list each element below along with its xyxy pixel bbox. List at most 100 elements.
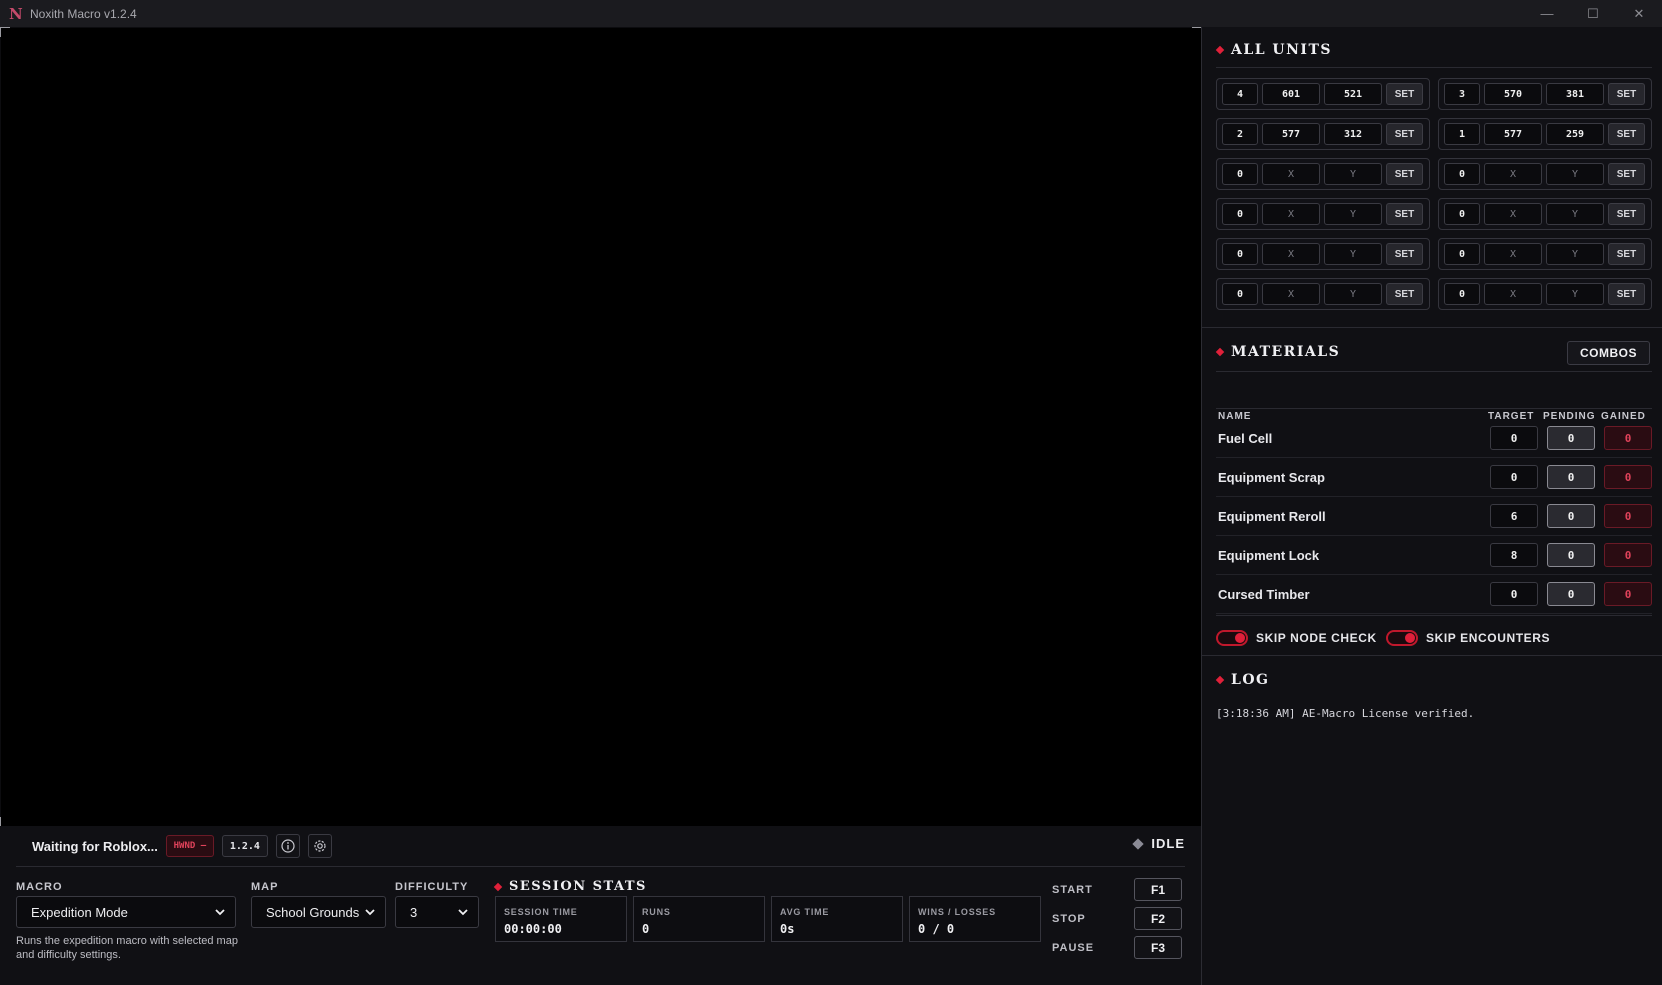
unit-y-input[interactable]: Y bbox=[1324, 243, 1382, 265]
unit-x-input[interactable]: X bbox=[1262, 283, 1320, 305]
unit-slot-input[interactable]: 0 bbox=[1222, 243, 1258, 265]
unit-set-button[interactable]: SET bbox=[1608, 283, 1645, 305]
info-icon[interactable] bbox=[275, 834, 300, 858]
unit-y-input[interactable]: Y bbox=[1324, 283, 1382, 305]
unit-x-input[interactable]: X bbox=[1484, 163, 1542, 185]
section-divider bbox=[1202, 327, 1662, 328]
state-diamond-icon bbox=[1132, 837, 1145, 850]
unit-x-input[interactable]: 570 bbox=[1484, 83, 1542, 105]
macro-select[interactable]: Expedition Mode bbox=[16, 896, 236, 928]
difficulty-select[interactable]: 3 bbox=[395, 896, 479, 928]
unit-set-button[interactable]: SET bbox=[1386, 283, 1423, 305]
unit-slot-input[interactable]: 2 bbox=[1222, 123, 1258, 145]
difficulty-select-value: 3 bbox=[410, 904, 418, 920]
skip-node-check-toggle-row: SKIP NODE CHECK bbox=[1216, 630, 1377, 646]
minimize-button[interactable]: — bbox=[1524, 0, 1570, 27]
skip-node-check-toggle[interactable] bbox=[1216, 630, 1248, 646]
unit-slot-input[interactable]: 0 bbox=[1444, 163, 1480, 185]
unit-slot-input[interactable]: 0 bbox=[1444, 203, 1480, 225]
gear-icon[interactable] bbox=[307, 834, 332, 858]
unit-y-input[interactable]: 312 bbox=[1324, 123, 1382, 145]
unit-slot-input[interactable]: 0 bbox=[1222, 163, 1258, 185]
unit-x-input[interactable]: X bbox=[1262, 203, 1320, 225]
unit-slot-input[interactable]: 0 bbox=[1222, 203, 1258, 225]
combos-button[interactable]: COMBOS bbox=[1567, 341, 1650, 365]
unit-slot-input[interactable]: 0 bbox=[1222, 283, 1258, 305]
unit-row: 3 570 381 SET bbox=[1438, 78, 1652, 110]
unit-slot-input[interactable]: 0 bbox=[1444, 243, 1480, 265]
material-target-input[interactable]: 6 bbox=[1490, 504, 1538, 528]
material-pending-value: 0 bbox=[1547, 465, 1595, 489]
maximize-button[interactable]: ☐ bbox=[1570, 0, 1616, 27]
skip-encounters-label: SKIP ENCOUNTERS bbox=[1426, 631, 1551, 645]
unit-y-input[interactable]: Y bbox=[1546, 283, 1604, 305]
material-pending-value: 0 bbox=[1547, 582, 1595, 606]
map-select[interactable]: School Grounds bbox=[251, 896, 386, 928]
unit-y-input[interactable]: Y bbox=[1546, 243, 1604, 265]
unit-x-input[interactable]: 601 bbox=[1262, 83, 1320, 105]
unit-slot-input[interactable]: 4 bbox=[1222, 83, 1258, 105]
unit-x-input[interactable]: X bbox=[1262, 243, 1320, 265]
materials-heading: MATERIALS bbox=[1231, 344, 1341, 360]
unit-y-input[interactable]: Y bbox=[1546, 203, 1604, 225]
unit-x-input[interactable]: 577 bbox=[1262, 123, 1320, 145]
unit-row: 0 X Y SET bbox=[1438, 238, 1652, 270]
log-heading: LOG bbox=[1231, 672, 1270, 688]
log-title: LOG bbox=[1215, 672, 1270, 688]
units-grid: 4 601 521 SET 3 570 381 SET 2 577 312 SET 1 577 259 SET… bbox=[1216, 78, 1652, 310]
units-heading: ALL UNITS bbox=[1231, 42, 1333, 58]
difficulty-label: DIFFICULTY bbox=[395, 881, 469, 893]
unit-set-button[interactable]: SET bbox=[1386, 123, 1423, 145]
material-target-input[interactable]: 0 bbox=[1490, 465, 1538, 489]
unit-slot-input[interactable]: 0 bbox=[1444, 283, 1480, 305]
unit-set-button[interactable]: SET bbox=[1386, 163, 1423, 185]
skip-encounters-toggle-row: SKIP ENCOUNTERS bbox=[1386, 630, 1550, 646]
unit-set-button[interactable]: SET bbox=[1608, 243, 1645, 265]
unit-x-input[interactable]: X bbox=[1484, 203, 1542, 225]
unit-x-input[interactable]: X bbox=[1262, 163, 1320, 185]
material-target-input[interactable]: 0 bbox=[1490, 582, 1538, 606]
stat-label: WINS / LOSSES bbox=[918, 907, 996, 917]
stat-label: AVG TIME bbox=[780, 907, 830, 917]
materials-divider bbox=[1216, 371, 1652, 372]
material-row: Cursed Timber 0 0 0 bbox=[1216, 575, 1652, 614]
unit-set-button[interactable]: SET bbox=[1608, 123, 1645, 145]
toggle-knob bbox=[1405, 633, 1415, 643]
unit-row: 0 X Y SET bbox=[1216, 278, 1430, 310]
unit-y-input[interactable]: 381 bbox=[1546, 83, 1604, 105]
unit-slot-input[interactable]: 3 bbox=[1444, 83, 1480, 105]
skip-encounters-toggle[interactable] bbox=[1386, 630, 1418, 646]
stop-hotkey-button[interactable]: F2 bbox=[1134, 907, 1182, 930]
unit-y-input[interactable]: Y bbox=[1546, 163, 1604, 185]
game-viewport[interactable] bbox=[0, 27, 1202, 827]
chevron-down-icon bbox=[365, 909, 375, 916]
material-target-input[interactable]: 0 bbox=[1490, 426, 1538, 450]
material-name: Fuel Cell bbox=[1218, 430, 1273, 446]
unit-y-input[interactable]: Y bbox=[1324, 163, 1382, 185]
material-target-input[interactable]: 8 bbox=[1490, 543, 1538, 567]
unit-y-input[interactable]: Y bbox=[1324, 203, 1382, 225]
material-gained-value: 0 bbox=[1604, 426, 1652, 450]
unit-set-button[interactable]: SET bbox=[1608, 83, 1645, 105]
start-hotkey-button[interactable]: F1 bbox=[1134, 878, 1182, 901]
title-bar: N Noxith Macro v1.2.4 — ☐ ✕ bbox=[0, 0, 1662, 27]
unit-x-input[interactable]: X bbox=[1484, 243, 1542, 265]
close-button[interactable]: ✕ bbox=[1616, 0, 1662, 27]
section-diamond-icon bbox=[493, 882, 503, 891]
unit-slot-input[interactable]: 1 bbox=[1444, 123, 1480, 145]
unit-set-button[interactable]: SET bbox=[1608, 163, 1645, 185]
window-controls: — ☐ ✕ bbox=[1524, 0, 1662, 27]
material-pending-value: 0 bbox=[1547, 543, 1595, 567]
unit-x-input[interactable]: X bbox=[1484, 283, 1542, 305]
pause-hotkey-button[interactable]: F3 bbox=[1134, 936, 1182, 959]
unit-y-input[interactable]: 259 bbox=[1546, 123, 1604, 145]
macro-description: Runs the expedition macro with selected … bbox=[16, 935, 238, 961]
unit-x-input[interactable]: 577 bbox=[1484, 123, 1542, 145]
connection-status: Waiting for Roblox... bbox=[32, 838, 158, 854]
unit-y-input[interactable]: 521 bbox=[1324, 83, 1382, 105]
unit-set-button[interactable]: SET bbox=[1386, 203, 1423, 225]
unit-set-button[interactable]: SET bbox=[1386, 83, 1423, 105]
session-stats-title: SESSION STATS bbox=[493, 879, 647, 894]
unit-set-button[interactable]: SET bbox=[1608, 203, 1645, 225]
unit-set-button[interactable]: SET bbox=[1386, 243, 1423, 265]
